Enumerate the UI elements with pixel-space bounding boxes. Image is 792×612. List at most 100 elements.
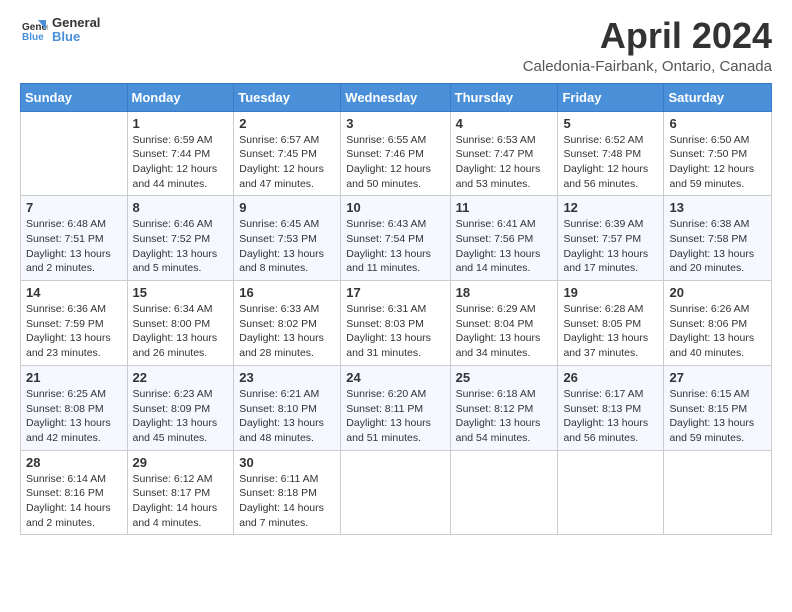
day-number: 10: [346, 200, 444, 215]
weekday-header-cell: Sunday: [21, 83, 128, 111]
day-info: Sunrise: 6:57 AM Sunset: 7:45 PM Dayligh…: [239, 133, 335, 192]
day-info: Sunrise: 6:43 AM Sunset: 7:54 PM Dayligh…: [346, 217, 444, 276]
day-info: Sunrise: 6:38 AM Sunset: 7:58 PM Dayligh…: [669, 217, 766, 276]
svg-text:Blue: Blue: [22, 32, 44, 43]
calendar-day-cell: 27 Sunrise: 6:15 AM Sunset: 8:15 PM Dayli…: [664, 365, 772, 450]
day-number: 9: [239, 200, 335, 215]
weekday-header-row: SundayMondayTuesdayWednesdayThursdayFrid…: [21, 83, 772, 111]
calendar-day-cell: [558, 450, 664, 535]
logo-general: General: [52, 16, 100, 30]
calendar-day-cell: 3 Sunrise: 6:55 AM Sunset: 7:46 PM Daylig…: [341, 111, 450, 196]
header: General Blue General Blue April 2024 Cal…: [20, 16, 772, 75]
day-number: 4: [456, 116, 553, 131]
calendar-table: SundayMondayTuesdayWednesdayThursdayFrid…: [20, 83, 772, 536]
calendar-day-cell: 30Sunrise: 6:11 AM Sunset: 8:18 PM Dayli…: [234, 450, 341, 535]
calendar-body: 1Sunrise: 6:59 AM Sunset: 7:44 PM Daylig…: [21, 111, 772, 535]
calendar-day-cell: [450, 450, 558, 535]
day-info: Sunrise: 6:39 AM Sunset: 7:57 PM Dayligh…: [563, 217, 658, 276]
day-number: 25: [456, 370, 553, 385]
day-number: 21: [26, 370, 122, 385]
month-title: April 2024: [523, 16, 772, 56]
weekday-header-cell: Thursday: [450, 83, 558, 111]
day-number: 6: [669, 116, 766, 131]
day-number: 3: [346, 116, 444, 131]
calendar-day-cell: 12 Sunrise: 6:39 AM Sunset: 7:57 PM Dayli…: [558, 196, 664, 281]
day-number: 24: [346, 370, 444, 385]
day-info: Sunrise: 6:21 AM Sunset: 8:10 PM Dayligh…: [239, 387, 335, 446]
day-info: Sunrise: 6:36 AM Sunset: 7:59 PM Dayligh…: [26, 302, 122, 361]
day-number: 27: [669, 370, 766, 385]
calendar-week-row: 28Sunrise: 6:14 AM Sunset: 8:16 PM Dayli…: [21, 450, 772, 535]
calendar-day-cell: [341, 450, 450, 535]
calendar-day-cell: 16 Sunrise: 6:33 AM Sunset: 8:02 PM Dayli…: [234, 281, 341, 366]
calendar-day-cell: 1Sunrise: 6:59 AM Sunset: 7:44 PM Daylig…: [127, 111, 234, 196]
calendar-week-row: 21 Sunrise: 6:25 AM Sunset: 8:08 PM Dayli…: [21, 365, 772, 450]
calendar-day-cell: 25 Sunrise: 6:18 AM Sunset: 8:12 PM Dayli…: [450, 365, 558, 450]
day-info: Sunrise: 6:45 AM Sunset: 7:53 PM Dayligh…: [239, 217, 335, 276]
calendar-day-cell: 7 Sunrise: 6:48 AM Sunset: 7:51 PM Daylig…: [21, 196, 128, 281]
day-info: Sunrise: 6:20 AM Sunset: 8:11 PM Dayligh…: [346, 387, 444, 446]
day-number: 2: [239, 116, 335, 131]
calendar-day-cell: 22 Sunrise: 6:23 AM Sunset: 8:09 PM Dayli…: [127, 365, 234, 450]
day-info: Sunrise: 6:31 AM Sunset: 8:03 PM Dayligh…: [346, 302, 444, 361]
calendar-day-cell: 29Sunrise: 6:12 AM Sunset: 8:17 PM Dayli…: [127, 450, 234, 535]
calendar-day-cell: 4Sunrise: 6:53 AM Sunset: 7:47 PM Daylig…: [450, 111, 558, 196]
calendar-day-cell: [664, 450, 772, 535]
day-number: 16: [239, 285, 335, 300]
day-number: 11: [456, 200, 553, 215]
day-info: Sunrise: 6:23 AM Sunset: 8:09 PM Dayligh…: [133, 387, 229, 446]
day-number: 5: [563, 116, 658, 131]
calendar-day-cell: 20Sunrise: 6:26 AM Sunset: 8:06 PM Dayli…: [664, 281, 772, 366]
calendar-day-cell: 8Sunrise: 6:46 AM Sunset: 7:52 PM Daylig…: [127, 196, 234, 281]
day-number: 30: [239, 455, 335, 470]
weekday-header-cell: Friday: [558, 83, 664, 111]
weekday-header-cell: Saturday: [664, 83, 772, 111]
day-info: Sunrise: 6:25 AM Sunset: 8:08 PM Dayligh…: [26, 387, 122, 446]
calendar-day-cell: 26 Sunrise: 6:17 AM Sunset: 8:13 PM Dayli…: [558, 365, 664, 450]
day-info: Sunrise: 6:17 AM Sunset: 8:13 PM Dayligh…: [563, 387, 658, 446]
day-info: Sunrise: 6:41 AM Sunset: 7:56 PM Dayligh…: [456, 217, 553, 276]
calendar-day-cell: 18Sunrise: 6:29 AM Sunset: 8:04 PM Dayli…: [450, 281, 558, 366]
calendar-day-cell: 15 Sunrise: 6:34 AM Sunset: 8:00 PM Dayli…: [127, 281, 234, 366]
day-number: 19: [563, 285, 658, 300]
day-info: Sunrise: 6:18 AM Sunset: 8:12 PM Dayligh…: [456, 387, 553, 446]
logo: General Blue General Blue: [20, 16, 100, 45]
day-number: 17: [346, 285, 444, 300]
day-info: Sunrise: 6:59 AM Sunset: 7:44 PM Dayligh…: [133, 133, 229, 192]
calendar-day-cell: 19 Sunrise: 6:28 AM Sunset: 8:05 PM Dayli…: [558, 281, 664, 366]
calendar-day-cell: 11 Sunrise: 6:41 AM Sunset: 7:56 PM Dayli…: [450, 196, 558, 281]
title-block: April 2024 Caledonia-Fairbank, Ontario, …: [523, 16, 772, 75]
day-info: Sunrise: 6:34 AM Sunset: 8:00 PM Dayligh…: [133, 302, 229, 361]
day-number: 8: [133, 200, 229, 215]
logo-blue: Blue: [52, 30, 100, 44]
calendar-week-row: 1Sunrise: 6:59 AM Sunset: 7:44 PM Daylig…: [21, 111, 772, 196]
day-number: 7: [26, 200, 122, 215]
day-info: Sunrise: 6:48 AM Sunset: 7:51 PM Dayligh…: [26, 217, 122, 276]
weekday-header-cell: Monday: [127, 83, 234, 111]
day-number: 22: [133, 370, 229, 385]
calendar-day-cell: 5 Sunrise: 6:52 AM Sunset: 7:48 PM Daylig…: [558, 111, 664, 196]
calendar-day-cell: 6 Sunrise: 6:50 AM Sunset: 7:50 PM Daylig…: [664, 111, 772, 196]
day-number: 23: [239, 370, 335, 385]
day-number: 12: [563, 200, 658, 215]
calendar-day-cell: 28Sunrise: 6:14 AM Sunset: 8:16 PM Dayli…: [21, 450, 128, 535]
calendar-day-cell: 2 Sunrise: 6:57 AM Sunset: 7:45 PM Daylig…: [234, 111, 341, 196]
day-number: 15: [133, 285, 229, 300]
day-number: 20: [669, 285, 766, 300]
calendar-day-cell: 10 Sunrise: 6:43 AM Sunset: 7:54 PM Dayli…: [341, 196, 450, 281]
day-info: Sunrise: 6:50 AM Sunset: 7:50 PM Dayligh…: [669, 133, 766, 192]
day-info: Sunrise: 6:55 AM Sunset: 7:46 PM Dayligh…: [346, 133, 444, 192]
day-info: Sunrise: 6:15 AM Sunset: 8:15 PM Dayligh…: [669, 387, 766, 446]
day-info: Sunrise: 6:28 AM Sunset: 8:05 PM Dayligh…: [563, 302, 658, 361]
logo-icon: General Blue: [20, 16, 48, 44]
calendar-day-cell: 13 Sunrise: 6:38 AM Sunset: 7:58 PM Dayli…: [664, 196, 772, 281]
day-number: 28: [26, 455, 122, 470]
day-info: Sunrise: 6:33 AM Sunset: 8:02 PM Dayligh…: [239, 302, 335, 361]
calendar-day-cell: 23 Sunrise: 6:21 AM Sunset: 8:10 PM Dayli…: [234, 365, 341, 450]
day-number: 18: [456, 285, 553, 300]
day-info: Sunrise: 6:52 AM Sunset: 7:48 PM Dayligh…: [563, 133, 658, 192]
day-number: 13: [669, 200, 766, 215]
weekday-header-cell: Wednesday: [341, 83, 450, 111]
calendar-day-cell: 17 Sunrise: 6:31 AM Sunset: 8:03 PM Dayli…: [341, 281, 450, 366]
day-number: 26: [563, 370, 658, 385]
